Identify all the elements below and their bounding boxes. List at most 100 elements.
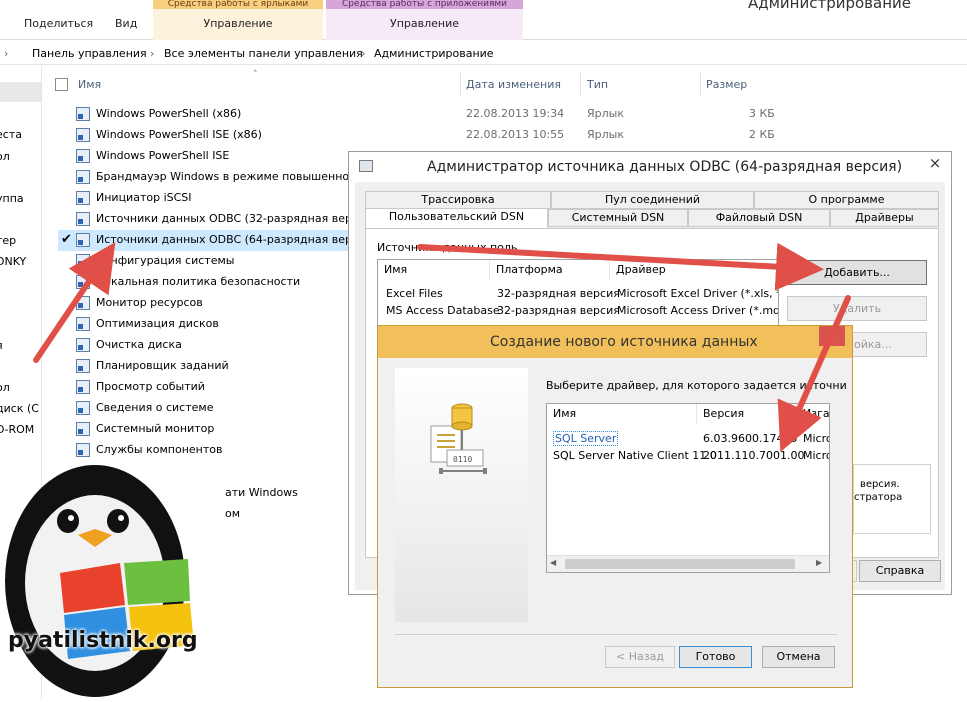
back-button[interactable]: < Назад: [605, 646, 675, 668]
scroll-right-icon[interactable]: ▶: [816, 558, 822, 567]
column-driver[interactable]: Драйвер: [610, 260, 778, 280]
svg-text:0110: 0110: [453, 455, 472, 464]
scrollbar-thumb[interactable]: [565, 559, 795, 569]
file-row[interactable]: Брандмауэр Windows в режиме повышенной: [58, 167, 358, 188]
file-name: Системный монитор: [96, 422, 215, 435]
file-row[interactable]: Локальная политика безопасности: [58, 272, 358, 293]
shortcut-icon: [76, 380, 90, 394]
penguin-logo: pyatilistnik.org: [0, 463, 230, 699]
breadcrumb-item[interactable]: Все элементы панели управления: [164, 43, 363, 65]
breadcrumb-item[interactable]: Панель управления: [32, 43, 147, 65]
shortcut-icon: [76, 254, 90, 268]
nav-item[interactable]: я: [0, 339, 3, 352]
column-version[interactable]: Версия: [697, 404, 797, 424]
odbc-titlebar: Администратор источника данных ODBC (64-…: [349, 152, 951, 182]
file-row[interactable]: Планировщик заданий: [58, 356, 358, 377]
site-logo-text: pyatilistnik.org: [8, 628, 198, 653]
file-type: Ярлык: [587, 107, 624, 120]
close-icon[interactable]: ×: [921, 154, 949, 172]
close-icon-red[interactable]: [819, 326, 845, 346]
horizontal-scrollbar[interactable]: ◀ ▶: [547, 555, 829, 572]
file-row[interactable]: Монитор ресурсов: [58, 293, 358, 314]
nav-item[interactable]: диск (С: [0, 402, 39, 415]
nav-item[interactable]: тер: [0, 234, 16, 247]
create-ds-titlebar: Создание нового источника данных: [378, 326, 852, 358]
file-row[interactable]: Конфигурация системы: [58, 251, 358, 272]
odbc-app-icon: [359, 160, 373, 172]
separator: [395, 634, 837, 635]
file-row[interactable]: Сведения о системе: [58, 398, 358, 419]
check-icon[interactable]: ✔: [61, 232, 72, 247]
shortcut-icon: [76, 359, 90, 373]
file-name: Монитор ресурсов: [96, 296, 203, 309]
dsn-name[interactable]: MS Access Database: [386, 304, 500, 317]
nav-item[interactable]: DNKY: [0, 255, 26, 268]
tab-manage-shortcut[interactable]: Управление: [153, 17, 323, 30]
column-size[interactable]: Размер: [706, 78, 747, 91]
cancel-button[interactable]: Отмена: [762, 646, 835, 668]
wizard-side-panel: 0110: [395, 368, 528, 622]
tab-tracing[interactable]: Трассировка: [365, 191, 551, 209]
tab-file-dsn[interactable]: Файловый DSN: [688, 209, 830, 227]
file-row[interactable]: Windows PowerShell ISE: [58, 146, 358, 167]
driver-name-selected[interactable]: SQL Server: [553, 431, 619, 446]
file-name-partial[interactable]: ати Windows: [225, 486, 298, 499]
shortcut-icon: [76, 149, 90, 163]
ctx-head-shortcut: Средства работы с ярлыками: [153, 0, 323, 9]
file-row[interactable]: Windows PowerShell ISE (x86): [58, 125, 358, 146]
file-row[interactable]: Очистка диска: [58, 335, 358, 356]
select-all-checkbox[interactable]: [55, 78, 68, 91]
file-row[interactable]: Инициатор iSCSI: [58, 188, 358, 209]
column-platform[interactable]: Платформа: [490, 260, 610, 280]
tab-manage-app[interactable]: Управление: [326, 17, 523, 30]
file-name: Планировщик заданий: [96, 359, 229, 372]
file-date: 22.08.2013 19:34: [466, 107, 565, 120]
file-row[interactable]: Системный монитор: [58, 419, 358, 440]
file-row-selected[interactable]: ✔ Источники данных ODBC (64-разрядная вер…: [58, 230, 365, 251]
file-name: Службы компонентов: [96, 443, 223, 456]
tab-share[interactable]: Поделиться: [24, 17, 93, 30]
finish-button[interactable]: Готово: [679, 646, 752, 668]
tab-about[interactable]: О программе: [754, 191, 939, 209]
remove-button[interactable]: Удалить: [787, 296, 927, 321]
help-button[interactable]: Справка: [859, 560, 941, 582]
column-name[interactable]: Имя: [547, 404, 697, 424]
nav-item[interactable]: еста: [0, 128, 22, 141]
tab-view[interactable]: Вид: [115, 17, 137, 30]
scroll-left-icon[interactable]: ◀: [550, 558, 556, 567]
nav-selected[interactable]: [0, 82, 41, 102]
column-name[interactable]: Имя: [378, 260, 490, 280]
file-date: 22.08.2013 10:55: [466, 128, 565, 141]
column-type[interactable]: Тип: [587, 78, 608, 91]
file-row[interactable]: Источники данных ODBC (32-разрядная верс…: [58, 209, 365, 230]
file-row[interactable]: Оптимизация дисков: [58, 314, 358, 335]
database-icon: 0110: [430, 403, 487, 474]
file-row[interactable]: Windows PowerShell (x86): [58, 104, 358, 125]
tab-drivers[interactable]: Драйверы: [830, 209, 939, 227]
driver-list[interactable]: Имя Версия Изга SQL Server 6.03.9600.174…: [546, 403, 830, 573]
nav-item[interactable]: ол: [0, 150, 10, 163]
file-row[interactable]: Просмотр событий: [58, 377, 358, 398]
add-button[interactable]: Добавить...: [787, 260, 927, 285]
file-row[interactable]: Службы компонентов: [58, 440, 358, 461]
column-divider: [580, 72, 581, 96]
dsn-name[interactable]: Excel Files: [386, 287, 443, 300]
breadcrumb-item[interactable]: Администрирование: [374, 43, 494, 65]
tab-system-dsn[interactable]: Системный DSN: [548, 209, 688, 227]
firewall-icon: [76, 170, 90, 184]
column-vendor[interactable]: Изга: [797, 404, 829, 424]
nav-item[interactable]: уппа: [0, 192, 24, 205]
column-name[interactable]: Имя: [78, 78, 101, 91]
nav-item[interactable]: D-ROM: [0, 423, 34, 436]
shortcut-icon: [76, 338, 90, 352]
column-date[interactable]: Дата изменения: [466, 78, 561, 91]
chevron-right-icon: ›: [150, 47, 155, 60]
tab-connection-pool[interactable]: Пул соединений: [551, 191, 754, 209]
odbc-icon: [76, 212, 90, 226]
tab-user-dsn[interactable]: Пользовательский DSN: [365, 208, 548, 228]
user-dsn-list[interactable]: Имя Платформа Драйвер Excel Files 32-раз…: [377, 259, 779, 329]
nav-item[interactable]: ол: [0, 381, 10, 394]
driver-name[interactable]: SQL Server Native Client 11.0: [553, 449, 717, 462]
info-text: стратора: [854, 492, 903, 503]
breadcrumb[interactable]: › Панель управления › Все элементы панел…: [0, 43, 967, 65]
